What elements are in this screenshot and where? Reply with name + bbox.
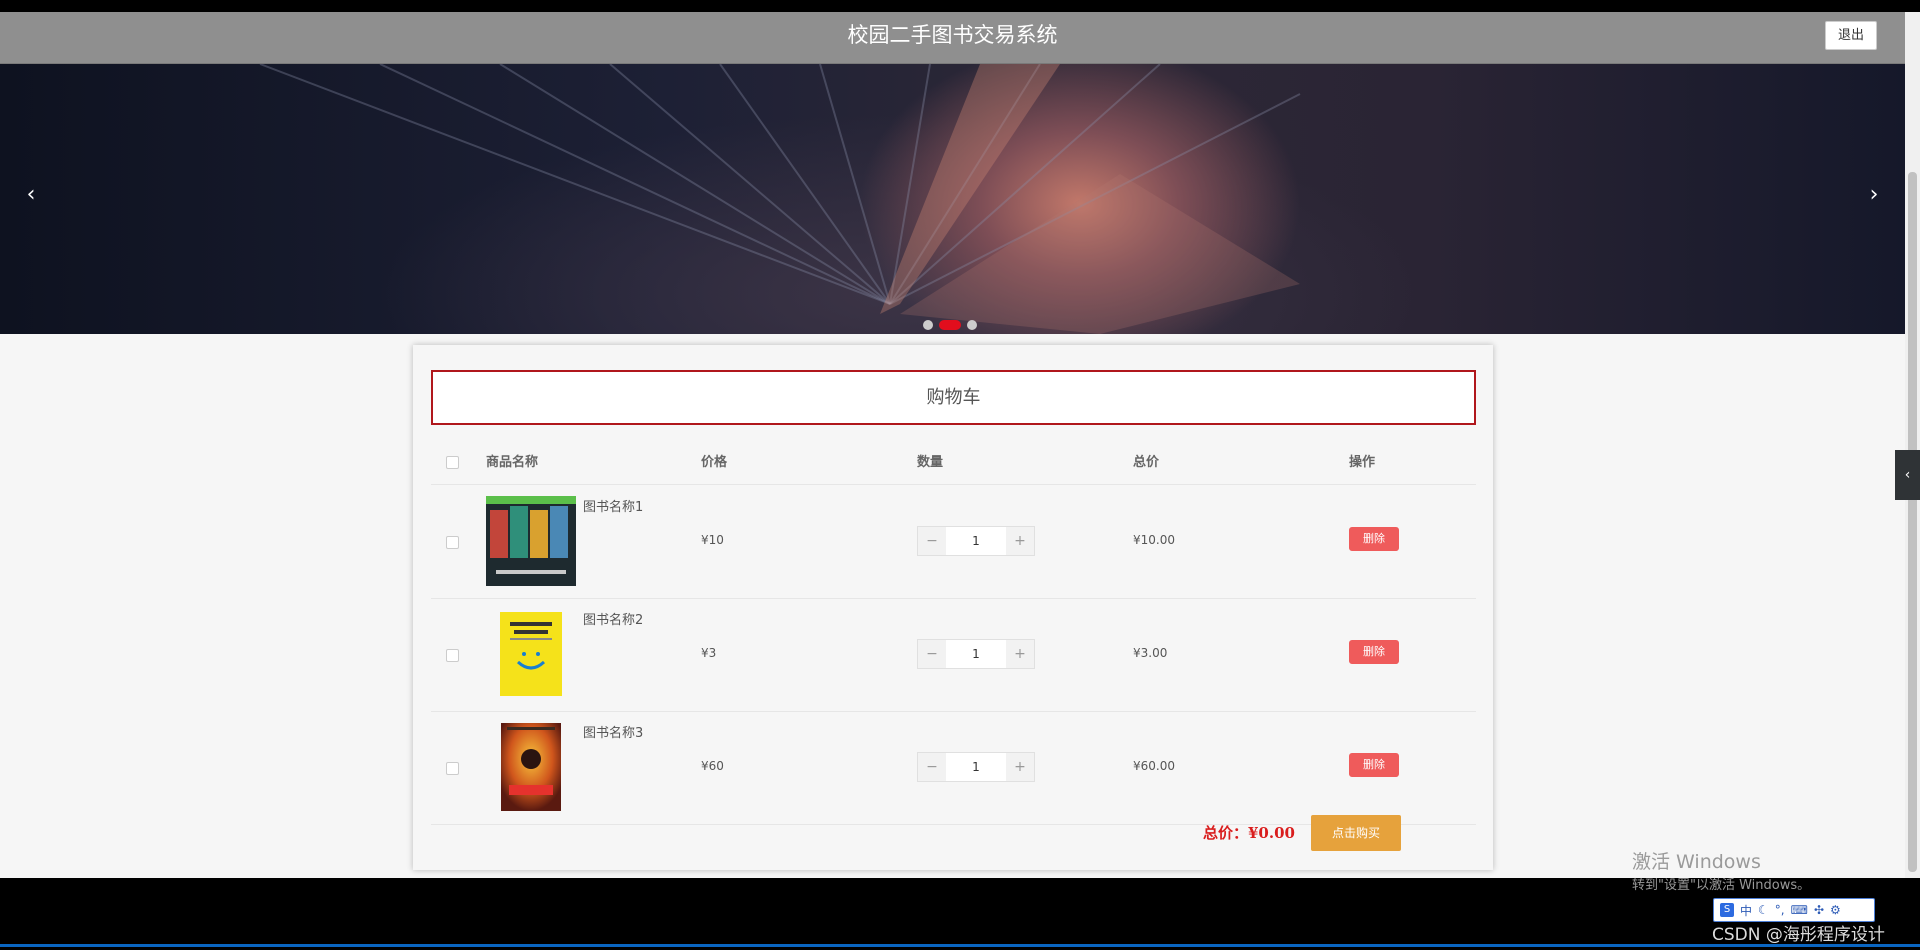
quantity-input[interactable]: 1 <box>946 640 1006 668</box>
cart-table-header: 商品名称 价格 数量 总价 操作 <box>431 440 1476 485</box>
quantity-stepper: − 1 + <box>917 752 1035 782</box>
carousel-dot-2[interactable] <box>939 320 961 330</box>
book-name: 图书名称3 <box>583 726 644 741</box>
column-total: 总价 <box>1133 455 1160 470</box>
ime-skin-icon[interactable]: ✣ <box>1814 903 1824 917</box>
increment-button[interactable]: + <box>1006 753 1034 781</box>
decrement-button[interactable]: − <box>918 640 946 668</box>
scrollbar-thumb[interactable] <box>1908 172 1917 872</box>
book-cover-image <box>486 722 576 812</box>
side-panel-toggle-icon[interactable]: ‹ <box>1895 450 1920 500</box>
ime-language-label[interactable]: 中 <box>1740 902 1752 919</box>
delete-button[interactable]: 删除 <box>1349 640 1399 664</box>
decrement-button[interactable]: − <box>918 527 946 555</box>
column-quantity: 数量 <box>917 455 944 470</box>
site-header: 校园二手图书交易系统 退出 <box>0 12 1905 64</box>
book-price: ¥60 <box>701 759 724 773</box>
delete-button[interactable]: 删除 <box>1349 753 1399 777</box>
book-cover-image <box>486 609 576 699</box>
taskbar-progress-line <box>0 944 1920 947</box>
quantity-stepper: − 1 + <box>917 526 1035 556</box>
activate-windows-title: 激活 Windows <box>1632 851 1761 873</box>
ime-moon-icon[interactable]: ☾ <box>1758 903 1769 917</box>
cart-row: 图书名称1 ¥10 − 1 + ¥10.00 删除 <box>431 486 1476 599</box>
cart-row: 图书名称3 ¥60 − 1 + ¥60.00 删除 <box>431 712 1476 825</box>
book-cover-image <box>486 496 576 586</box>
decrement-button[interactable]: − <box>918 753 946 781</box>
page-scrollbar[interactable] <box>1905 12 1920 878</box>
book-price: ¥3 <box>701 646 717 660</box>
csdn-watermark: CSDN @海彤程序设计 <box>1712 925 1885 945</box>
book-name: 图书名称1 <box>583 500 644 515</box>
column-name: 商品名称 <box>486 455 539 470</box>
buy-button[interactable]: 点击购买 <box>1311 815 1401 851</box>
carousel-indicators <box>923 320 977 330</box>
activate-windows-subtitle: 转到"设置"以激活 Windows。 <box>1632 878 1811 893</box>
row-total: ¥60.00 <box>1133 759 1175 773</box>
banner-book-image <box>259 64 1301 334</box>
row-checkbox[interactable] <box>446 649 459 662</box>
row-checkbox[interactable] <box>446 536 459 549</box>
logout-button[interactable]: 退出 <box>1825 21 1877 50</box>
carousel-dot-3[interactable] <box>967 320 977 330</box>
select-all-checkbox[interactable] <box>446 456 459 469</box>
quantity-input[interactable]: 1 <box>946 527 1006 555</box>
ime-settings-icon[interactable]: ⚙ <box>1830 903 1841 917</box>
cart-row: 图书名称2 ¥3 − 1 + ¥3.00 删除 <box>431 599 1476 712</box>
site-title: 校园二手图书交易系统 <box>847 23 1058 47</box>
carousel-prev-icon[interactable]: ‹ <box>16 182 46 207</box>
carousel-next-icon[interactable]: › <box>1859 182 1889 207</box>
book-price: ¥10 <box>701 533 724 547</box>
quantity-stepper: − 1 + <box>917 639 1035 669</box>
quantity-input[interactable]: 1 <box>946 753 1006 781</box>
ime-keyboard-icon[interactable]: ⌨ <box>1791 903 1808 917</box>
ime-toolbar[interactable]: S 中 ☾ °, ⌨ ✣ ⚙ <box>1713 898 1875 922</box>
cart-grand-total: 总价：¥0.00 <box>1203 824 1295 842</box>
ime-punctuation-icon[interactable]: °, <box>1775 903 1785 917</box>
row-checkbox[interactable] <box>446 762 459 775</box>
delete-button[interactable]: 删除 <box>1349 527 1399 551</box>
increment-button[interactable]: + <box>1006 640 1034 668</box>
row-total: ¥10.00 <box>1133 533 1175 547</box>
column-actions: 操作 <box>1349 455 1376 470</box>
banner-carousel: ‹ › <box>0 64 1905 334</box>
window-top-edge <box>0 0 1920 12</box>
cart-panel: 购物车 商品名称 价格 数量 总价 操作 图书名称1 ¥10 − 1 + ¥10… <box>413 345 1493 870</box>
column-price: 价格 <box>701 455 728 470</box>
row-total: ¥3.00 <box>1133 646 1168 660</box>
book-name: 图书名称2 <box>583 613 644 628</box>
increment-button[interactable]: + <box>1006 527 1034 555</box>
carousel-dot-1[interactable] <box>923 320 933 330</box>
cart-title: 购物车 <box>431 370 1476 425</box>
ime-logo-icon: S <box>1720 903 1734 917</box>
